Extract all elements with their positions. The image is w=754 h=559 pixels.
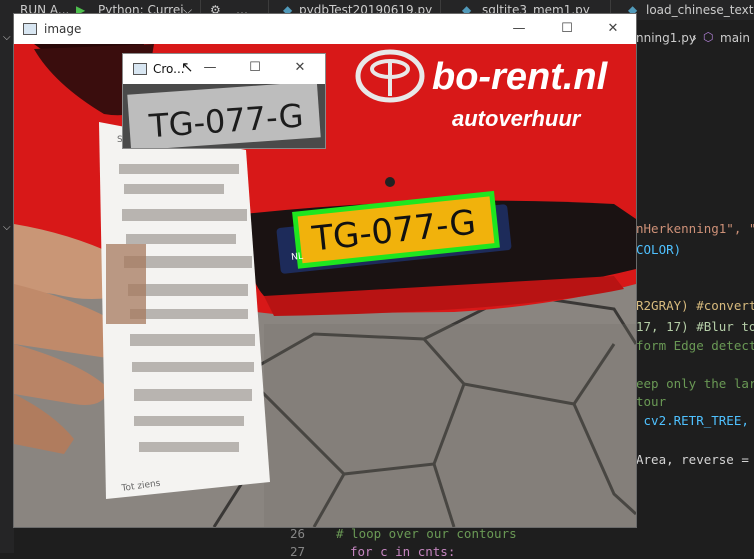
cube-icon: ⬡ <box>703 30 714 44</box>
code-line: for c in cnts: <box>350 544 456 559</box>
tab-load-chinese-text[interactable]: load_chinese_text.py <box>646 3 754 17</box>
chevron-down-icon[interactable]: ⌵ <box>3 222 11 233</box>
image-window-titlebar[interactable]: image — ☐ ✕ <box>14 14 636 44</box>
crop-window[interactable]: Cro... ↖ — ☐ ✕ TG-077-G <box>123 54 325 148</box>
code-editor[interactable]: nning1.py › ⬡ main nHerkenning1", " COLO… <box>636 20 754 553</box>
code-line: nHerkenning1", " <box>636 221 754 236</box>
plate-country: NL <box>291 252 304 263</box>
code-line: cv2.RETR_TREE, c <box>636 413 754 428</box>
close-button[interactable]: ✕ <box>291 59 309 77</box>
banner-subtext: autoverhuur <box>452 106 582 131</box>
line-number: 27 <box>290 544 306 559</box>
close-button[interactable]: ✕ <box>604 20 622 38</box>
breadcrumb-symbol[interactable]: main <box>720 31 750 45</box>
code-line: 17, 17) #Blur to <box>636 319 754 334</box>
code-line: eep only the lar <box>636 376 754 391</box>
maximize-button[interactable]: ☐ <box>246 59 264 77</box>
line-number: 26 <box>290 526 306 541</box>
window-icon <box>133 63 147 75</box>
code-line: # loop over our contours <box>336 526 517 541</box>
image-window-title: image <box>44 22 82 36</box>
crop-window-title: Cro... <box>153 62 185 76</box>
banner-text: bo-rent.nl <box>432 56 609 98</box>
image-window[interactable]: image — ☐ ✕ bo-rent.nl autoverhuur TG-07… <box>14 14 636 527</box>
window-icon <box>23 23 37 35</box>
explorer-gutter: ⌵ ⌵ <box>0 20 14 553</box>
code-line: form Edge detect <box>636 338 754 353</box>
breadcrumb-file[interactable]: nning1.py <box>636 31 696 45</box>
code-editor-bottom[interactable]: 26 # loop over our contours 27 for c in … <box>270 526 636 559</box>
chevron-right-icon: › <box>692 31 697 45</box>
code-line: tour <box>636 394 667 409</box>
code-line: R2GRAY) #convert <box>636 298 754 313</box>
photo-canvas: bo-rent.nl autoverhuur TG-077-G NL Tot z… <box>14 44 636 527</box>
code-line: COLOR) <box>636 242 682 257</box>
minimize-button[interactable]: — <box>201 59 219 77</box>
cropped-plate-image: TG-077-G <box>123 84 325 148</box>
minimize-button[interactable]: — <box>510 20 528 38</box>
mouse-cursor-icon: ↖ <box>181 58 194 76</box>
chevron-down-icon[interactable]: ⌵ <box>3 32 11 43</box>
code-line: Area, reverse = <box>636 452 754 467</box>
maximize-button[interactable]: ☐ <box>558 20 576 38</box>
